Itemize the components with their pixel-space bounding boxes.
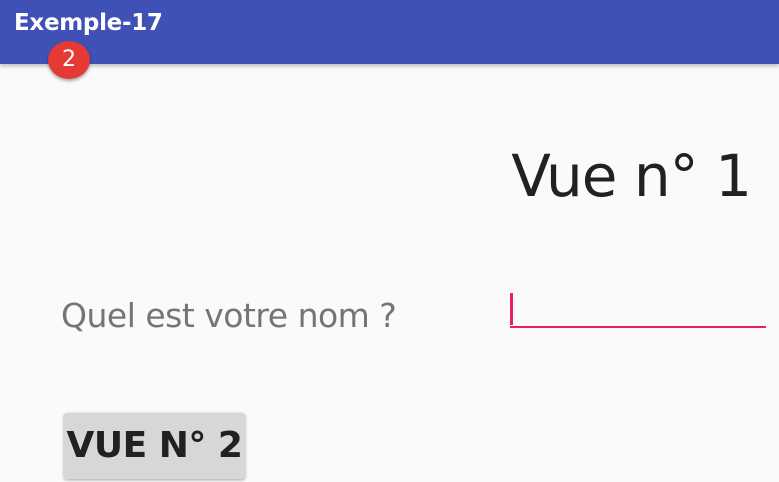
vue-2-button[interactable]: VUE N° 2 — [64, 413, 245, 479]
name-input[interactable] — [510, 290, 766, 328]
text-cursor — [510, 293, 513, 325]
app-screen: Exemple-17 2 Vue n° 1 Quel est votre nom… — [0, 0, 779, 482]
name-prompt-label: Quel est votre nom ? — [61, 296, 397, 335]
toolbar-title: Exemple-17 — [14, 10, 163, 36]
notification-badge: 2 — [48, 41, 90, 79]
app-toolbar: Exemple-17 — [0, 0, 779, 64]
view-title: Vue n° 1 — [511, 142, 752, 210]
